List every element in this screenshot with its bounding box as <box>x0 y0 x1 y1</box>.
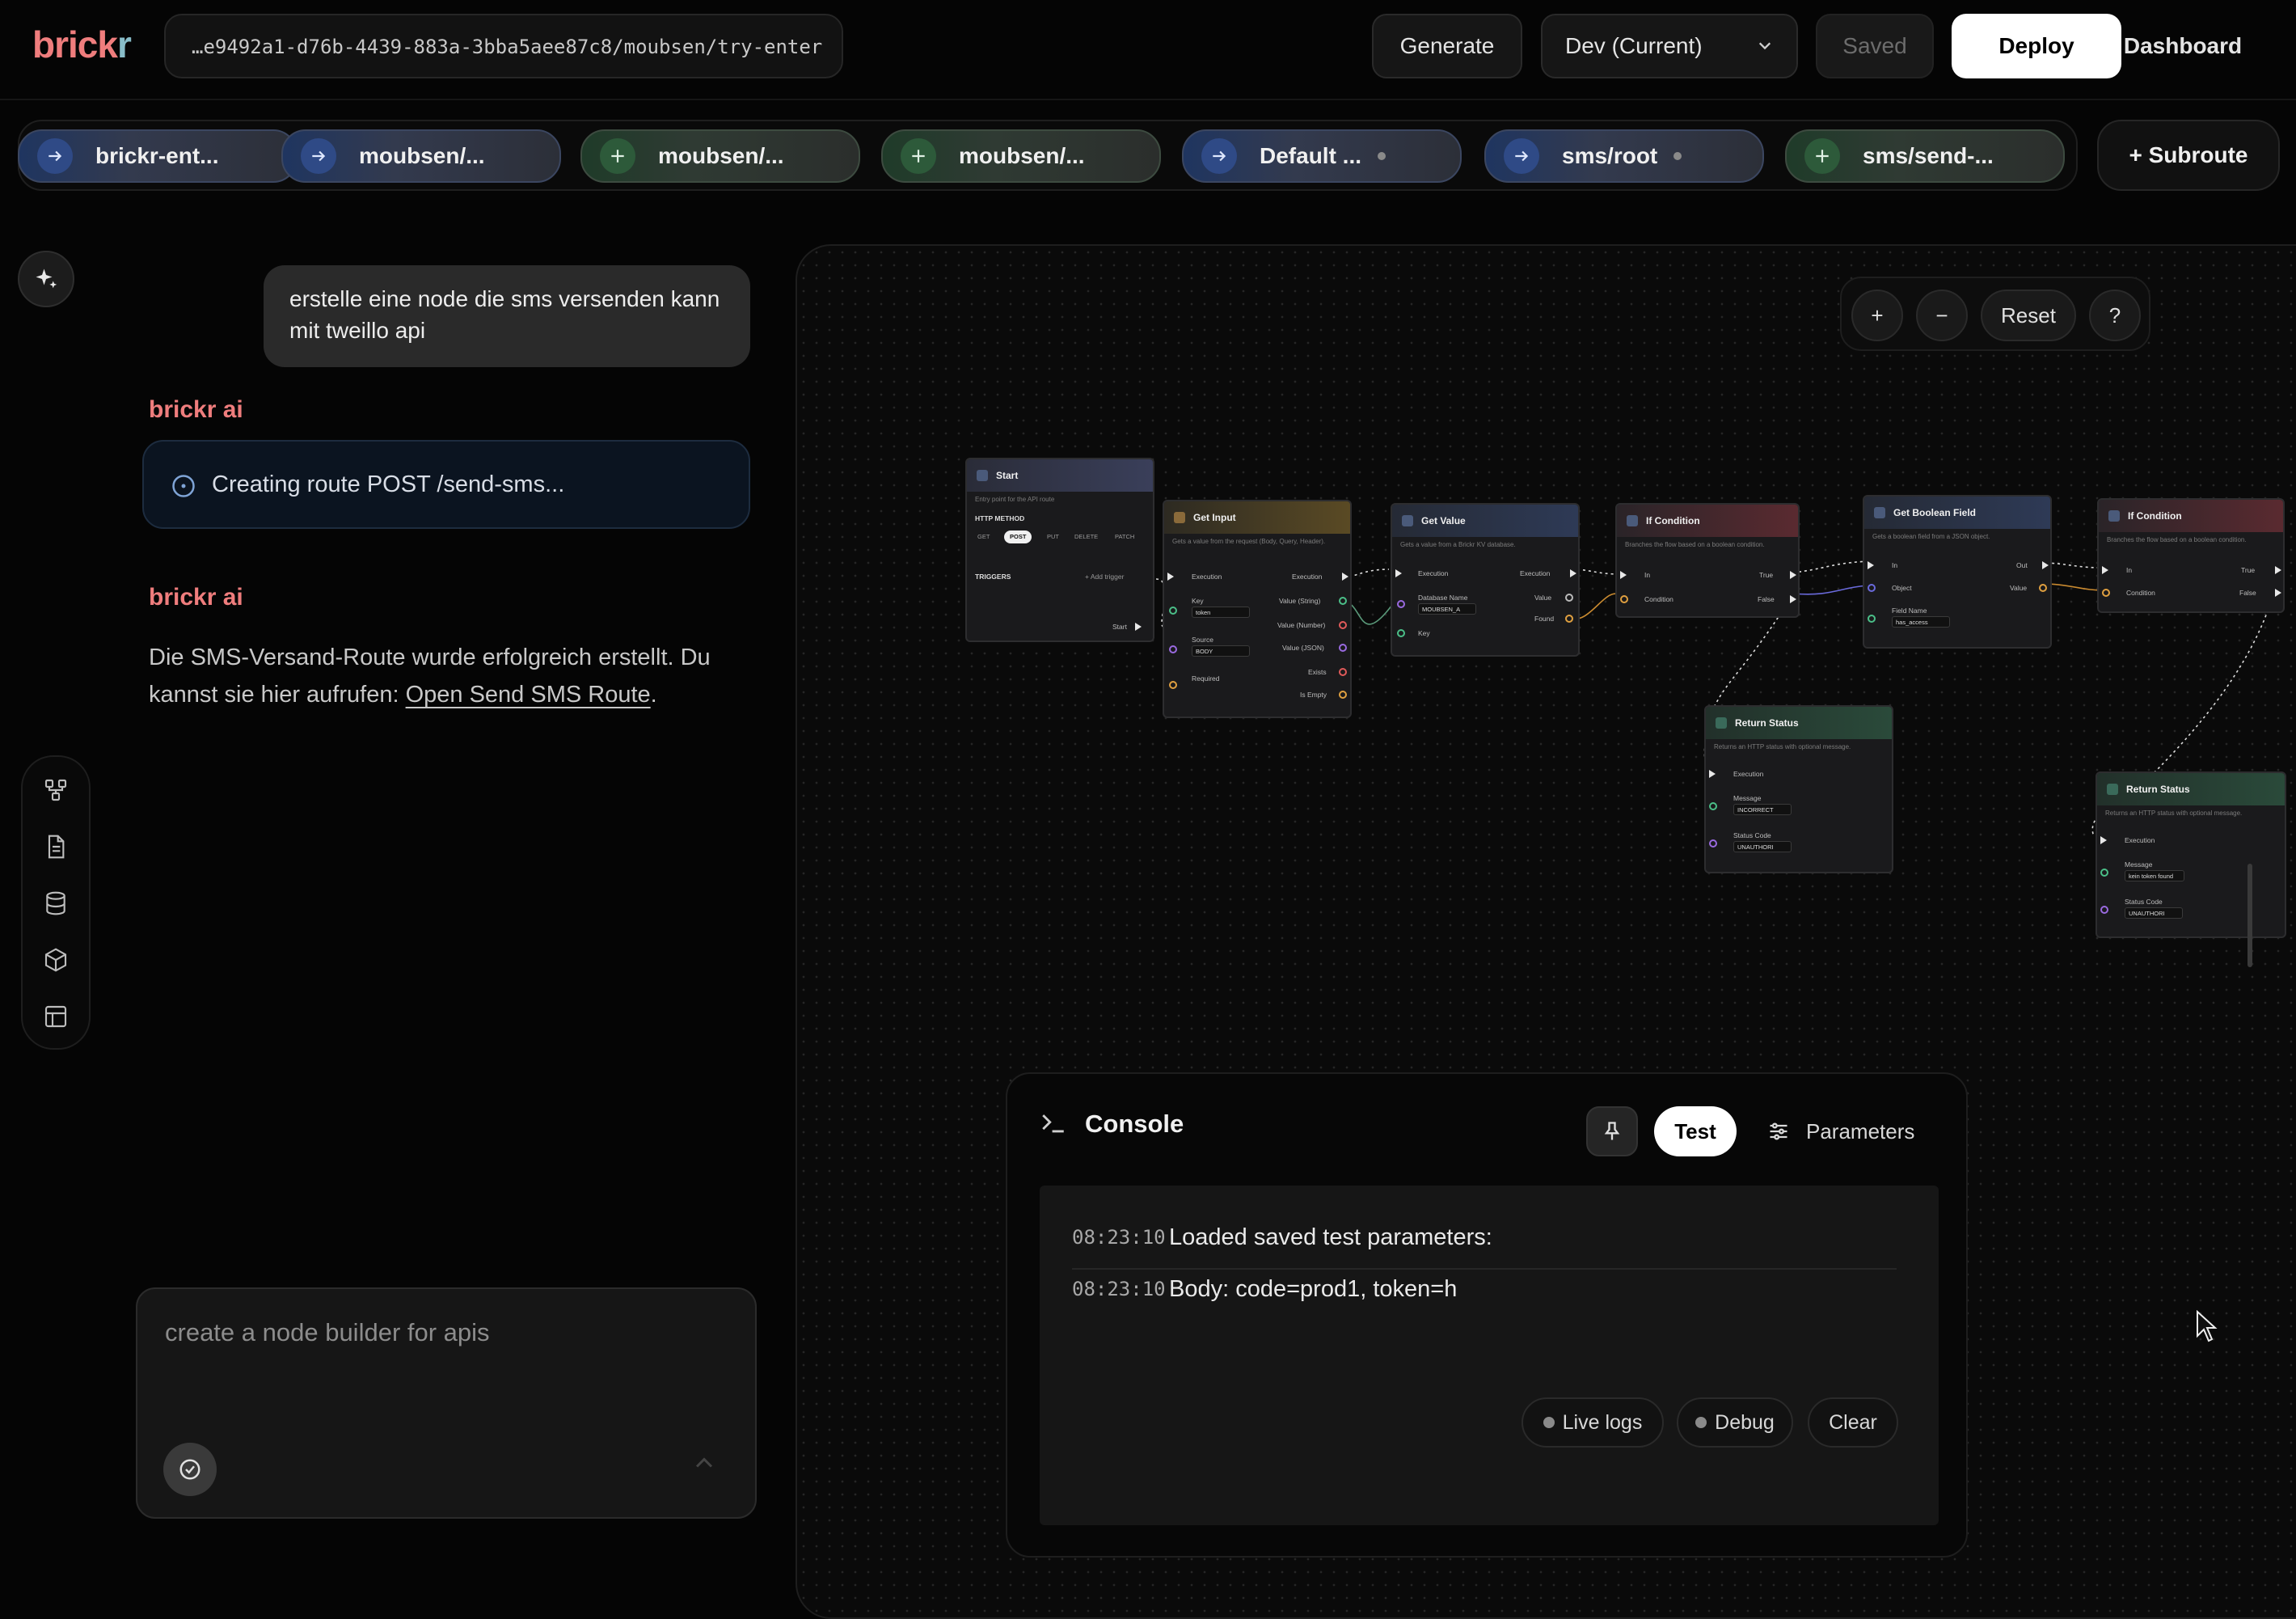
nodes-icon[interactable] <box>36 770 76 810</box>
route-tab-label: sms/send-... <box>1863 143 1994 168</box>
route-tab-label: moubsen/... <box>959 143 1085 168</box>
canvas-scrollbar[interactable] <box>2247 864 2252 967</box>
status-dot <box>1543 1417 1555 1428</box>
package-icon[interactable] <box>36 940 76 980</box>
log-entry: 08:23:10 Loaded saved test parameters: <box>1072 1218 1897 1270</box>
plus-icon <box>600 138 635 174</box>
clear-button[interactable]: Clear <box>1808 1397 1898 1448</box>
arrow-right-icon <box>37 138 73 174</box>
database-icon <box>1402 515 1413 526</box>
method-delete[interactable]: DELETE <box>1069 531 1104 543</box>
route-tab-label: moubsen/... <box>359 143 485 168</box>
status-text: Creating route POST /send-sms... <box>212 471 565 497</box>
debug-toggle[interactable]: Debug <box>1677 1397 1793 1448</box>
method-patch[interactable]: PATCH <box>1109 531 1140 543</box>
route-tab-label: moubsen/... <box>658 143 784 168</box>
terminal-icon <box>1042 1114 1064 1133</box>
chat-input-placeholder: create a node builder for apis <box>165 1318 490 1346</box>
mouse-cursor-icon <box>2197 1310 2218 1342</box>
arrow-right-icon <box>1201 138 1237 174</box>
route-tab[interactable]: moubsen/... <box>580 129 860 183</box>
unsaved-dot <box>1673 152 1682 160</box>
add-trigger-button[interactable]: + Add trigger <box>1085 573 1124 581</box>
start-node[interactable]: Start Entry point for the API route HTTP… <box>965 458 1154 642</box>
dashboard-link[interactable]: Dashboard <box>2124 14 2242 78</box>
top-bar: brickr …e9492a1-d76b-4439-883a-3bba5aee8… <box>0 0 2296 100</box>
assistant-name: brickr ai <box>149 584 243 611</box>
assistant-message: Die SMS-Versand-Route wurde erfolgreich … <box>149 645 711 708</box>
check-circle-icon <box>179 1459 200 1480</box>
method-put[interactable]: PUT <box>1041 531 1065 543</box>
document-icon[interactable] <box>36 826 76 867</box>
status-dot <box>1695 1417 1707 1428</box>
sparkle-icon <box>36 268 57 289</box>
return-status-node[interactable]: Return Status Returns an HTTP status wit… <box>2096 771 2286 938</box>
plus-icon <box>901 138 936 174</box>
sliders-icon <box>1770 1122 1787 1140</box>
branch-icon <box>1627 515 1638 526</box>
console-title: Console <box>1085 1110 1184 1138</box>
method-get[interactable]: GET <box>972 531 995 543</box>
arrow-right-icon <box>1504 138 1539 174</box>
database-icon[interactable] <box>36 883 76 924</box>
route-tab[interactable]: sms/send-... <box>1785 129 2065 183</box>
if-condition-node[interactable]: If Condition Branches the flow based on … <box>2097 498 2285 613</box>
route-tab[interactable]: Default ... <box>1182 129 1462 183</box>
method-post[interactable]: POST <box>1004 531 1032 543</box>
info-icon <box>172 475 195 497</box>
return-status-node[interactable]: Return Status Returns an HTTP status wit… <box>1704 705 1893 873</box>
route-tab[interactable]: brickr-ent... <box>18 129 298 183</box>
saved-button[interactable]: Saved <box>1816 14 1934 78</box>
unsaved-dot <box>1378 152 1386 160</box>
layout-icon[interactable] <box>36 996 76 1037</box>
route-tab-label: sms/root <box>1562 143 1658 168</box>
user-message: erstelle eine node die sms versenden kan… <box>264 265 750 367</box>
rocket-icon <box>977 470 988 481</box>
assistant-name: brickr ai <box>149 396 243 423</box>
log-entry: 08:23:10 Body: code=prod1, token=h <box>1072 1276 1458 1302</box>
add-subroute-button[interactable]: + Subroute <box>2097 120 2280 191</box>
chevron-up-icon[interactable] <box>692 1451 716 1475</box>
route-tab[interactable]: moubsen/... <box>881 129 1161 183</box>
arrow-right-icon <box>301 138 336 174</box>
if-condition-node[interactable]: If Condition Branches the flow based on … <box>1615 503 1800 618</box>
console-panel: Console Test Parameters 08:23:10 Loaded s… <box>1006 1072 1968 1558</box>
mode-toggle-button[interactable] <box>163 1443 217 1496</box>
status-icon <box>1716 717 1727 729</box>
pin-icon <box>1604 1122 1620 1140</box>
get-value-node[interactable]: Get Value Gets a value from a Brickr KV … <box>1391 503 1580 657</box>
environment-select[interactable]: Dev (Current) <box>1541 14 1798 78</box>
route-tab-label: brickr-ent... <box>95 143 219 168</box>
route-tab-label: Default ... <box>1260 143 1362 168</box>
get-input-node[interactable]: Get Input Gets a value from the request … <box>1163 500 1352 718</box>
route-tab[interactable]: moubsen/... <box>281 129 561 183</box>
brickr-logo[interactable]: brickr <box>32 23 132 66</box>
branch-icon <box>2108 510 2120 522</box>
route-tab[interactable]: sms/root <box>1484 129 1764 183</box>
status-message: Creating route POST /send-sms... <box>142 440 750 529</box>
live-logs-toggle[interactable]: Live logs <box>1522 1397 1664 1448</box>
plus-icon <box>1804 138 1840 174</box>
get-boolean-field-node[interactable]: Get Boolean Field Gets a boolean field f… <box>1863 495 2052 649</box>
chat-input[interactable]: create a node builder for apis <box>136 1287 757 1519</box>
parameters-button[interactable]: Parameters <box>1767 1106 1914 1156</box>
route-path-field[interactable]: …e9492a1-d76b-4439-883a-3bba5aee87c8/mou… <box>164 14 843 78</box>
open-send-sms-route-link[interactable]: Open Send SMS Route <box>406 682 651 708</box>
test-button[interactable]: Test <box>1654 1106 1737 1156</box>
chevron-down-icon <box>1758 42 1771 50</box>
console-log-area: 08:23:10 Loaded saved test parameters: 08… <box>1040 1186 1939 1525</box>
status-icon <box>2107 784 2118 795</box>
toggle-icon <box>1874 507 1885 518</box>
environment-value: Dev (Current) <box>1565 33 1703 58</box>
generate-button[interactable]: Generate <box>1372 14 1522 78</box>
input-icon <box>1174 512 1185 523</box>
deploy-button[interactable]: Deploy <box>1952 14 2121 78</box>
ai-assistant-button[interactable] <box>18 251 74 307</box>
pin-console-button[interactable] <box>1586 1106 1638 1156</box>
